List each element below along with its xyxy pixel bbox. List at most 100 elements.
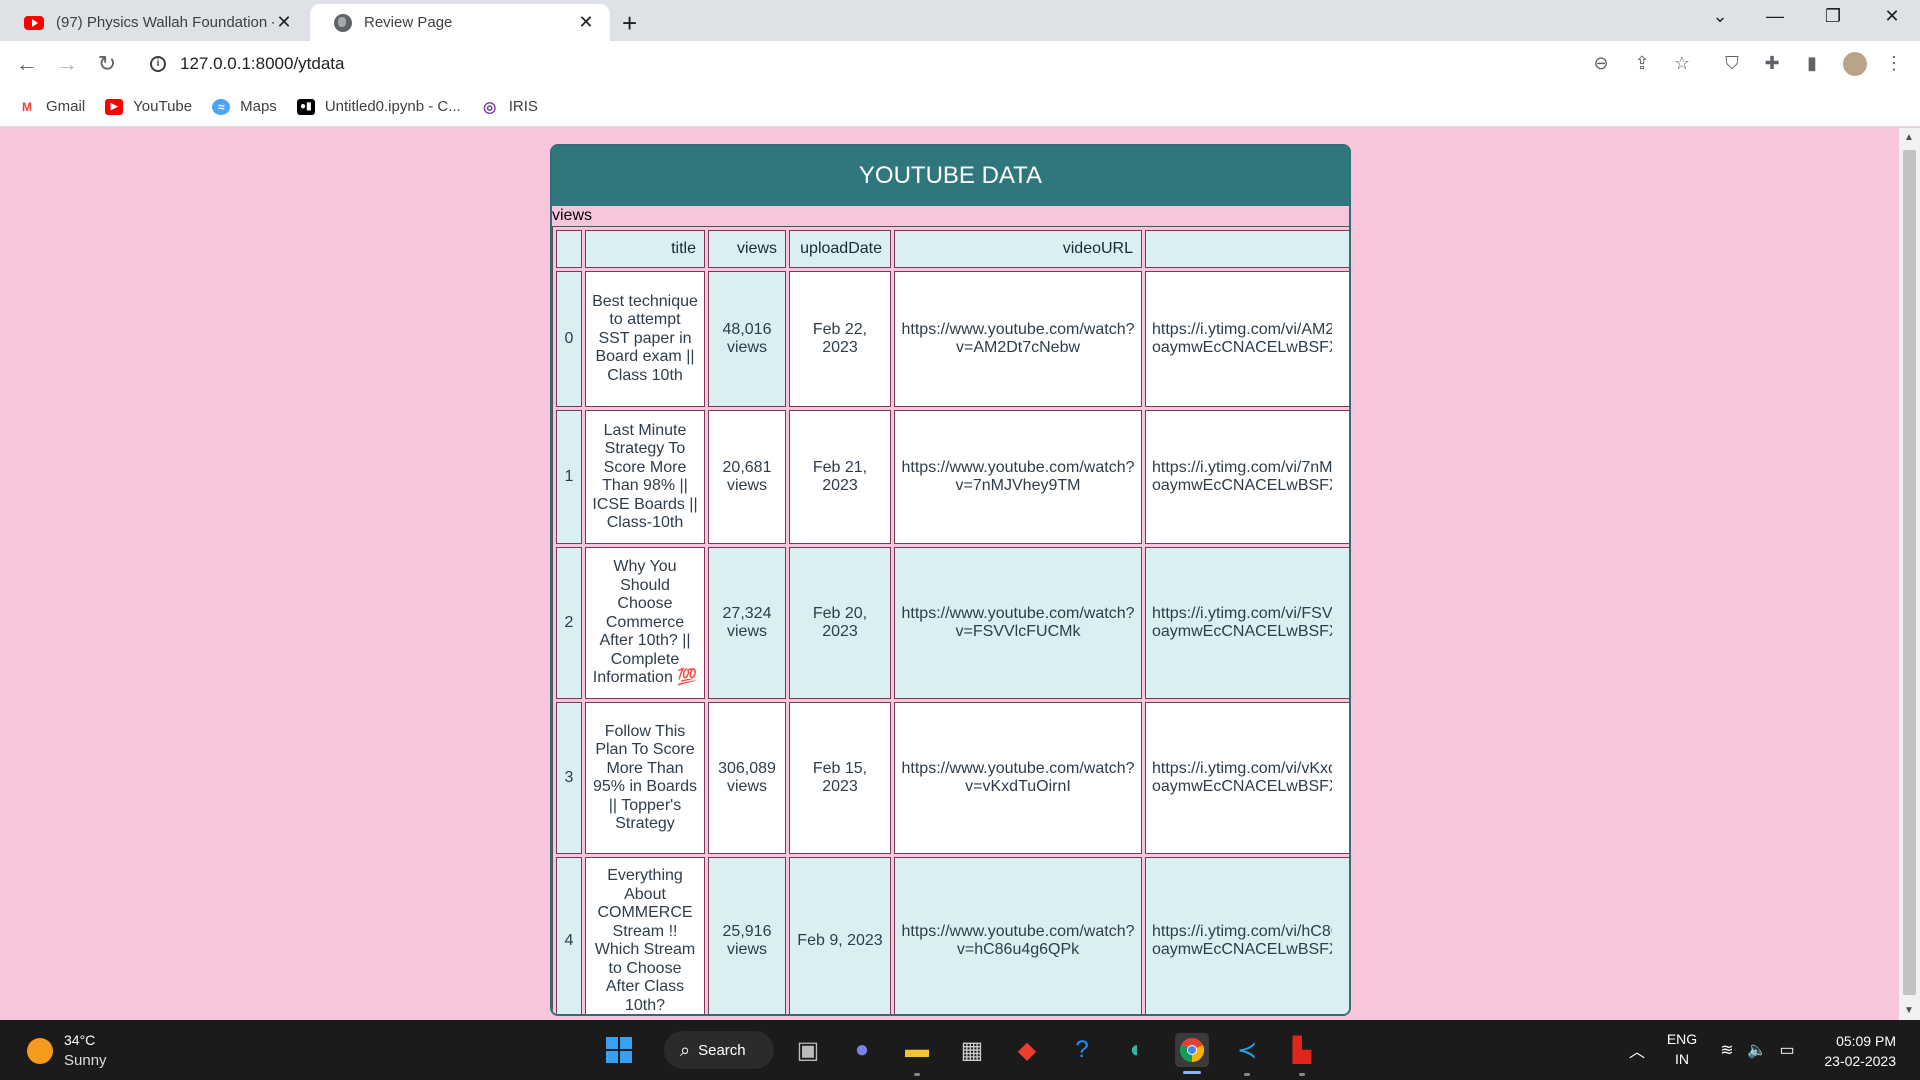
- tab-search-chevron-icon[interactable]: ⌄: [1700, 6, 1740, 27]
- share-icon[interactable]: ⇪: [1631, 53, 1653, 75]
- page-title: YOUTUBE DATA: [552, 146, 1349, 206]
- views-cell: 20,681 views: [708, 410, 786, 544]
- minimize-button[interactable]: —: [1755, 6, 1795, 27]
- clock-date: 23-02-2023: [1824, 1053, 1896, 1069]
- colab-icon: ●▮: [296, 98, 315, 115]
- wifi-icon[interactable]: ≋: [1710, 1033, 1744, 1067]
- help-icon[interactable]: ?: [1065, 1033, 1099, 1067]
- table-row: 2 Why You Should Choose Commerce After 1…: [556, 547, 1349, 699]
- column-header-index: [556, 230, 582, 268]
- chrome-browser-icon[interactable]: [1175, 1033, 1209, 1067]
- active-app-indicator: [1183, 1071, 1201, 1074]
- views-cell: 25,916 views: [708, 857, 786, 1014]
- table-row: 1 Last Minute Strategy To Score More Tha…: [556, 410, 1349, 544]
- column-header-uploaddate: uploadDate: [789, 230, 891, 268]
- weather-sun-icon[interactable]: [27, 1038, 53, 1064]
- upload-date-cell: Feb 20, 2023: [789, 547, 891, 699]
- language-indicator-top[interactable]: ENG: [1664, 1031, 1700, 1047]
- bookmark-iris[interactable]: ◎ IRIS: [481, 98, 538, 116]
- bookmark-star-icon[interactable]: ☆: [1671, 53, 1693, 75]
- file-explorer-icon[interactable]: ▬: [900, 1033, 934, 1067]
- scroll-down-icon[interactable]: ▼: [1904, 1005, 1914, 1016]
- new-tab-button[interactable]: +: [622, 8, 637, 39]
- bookmark-gmail[interactable]: M Gmail: [18, 98, 85, 115]
- title-cell: Best technique to attempt SST paper in B…: [585, 271, 705, 407]
- bookmarks-bar: M Gmail ▶ YouTube ≈ Maps ●▮ Untitled0.ip…: [0, 87, 1920, 127]
- taskbar-search-button[interactable]: ⌕ Search: [664, 1031, 774, 1069]
- column-header-thumbnail: [1145, 230, 1349, 268]
- thumbnail-url-line: oaymwEcCNACELwBSFXy: [1152, 778, 1332, 795]
- bookmark-maps[interactable]: ≈ Maps: [212, 98, 277, 115]
- reload-button[interactable]: ↻: [92, 51, 122, 77]
- shield-extension-icon[interactable]: ⛉: [1721, 53, 1743, 75]
- tab-title: (97) Physics Wallah Foundation -: [56, 14, 274, 31]
- edge-browser-icon[interactable]: ◐: [1120, 1033, 1154, 1067]
- thumbnail-url-line: oaymwEcCNACELwBSFXy: [1152, 623, 1332, 640]
- teams-chat-icon[interactable]: ●: [845, 1033, 879, 1067]
- table-header-row: title views uploadDate videoURL: [556, 230, 1349, 268]
- thumbnail-url-line: https://i.ytimg.com/vi/7nMJVhey9TM: [1152, 458, 1332, 476]
- weather-description[interactable]: Sunny: [64, 1052, 107, 1069]
- thumbnail-url-cell: https://i.ytimg.com/vi/FSVVlcFUCMkoaymwE…: [1145, 547, 1349, 699]
- address-bar[interactable]: i 127.0.0.1:8000/ytdata: [138, 47, 1588, 81]
- language-indicator-bottom[interactable]: IN: [1664, 1051, 1700, 1067]
- clock-time: 05:09 PM: [1836, 1033, 1896, 1049]
- bookmark-label: Gmail: [46, 98, 86, 115]
- thumbnail-url-line: https://i.ytimg.com/vi/AM2Dt7cNebw: [1152, 320, 1332, 338]
- video-url-cell: https://www.youtube.com/watch?v=AM2Dt7cN…: [894, 271, 1142, 407]
- extensions-puzzle-icon[interactable]: ✚: [1761, 53, 1783, 75]
- thumbnail-url-line: https://i.ytimg.com/vi/vKxdTuOirnI: [1152, 759, 1332, 777]
- column-header-videourl: videoURL: [894, 230, 1142, 268]
- volume-icon[interactable]: 🔈: [1740, 1033, 1774, 1067]
- windows-start-icon[interactable]: [602, 1033, 636, 1067]
- table-row: 0 Best technique to attempt SST paper in…: [556, 271, 1349, 407]
- battery-icon[interactable]: ▭: [1770, 1033, 1804, 1067]
- data-table: title views uploadDate videoURL 0 Best t…: [552, 226, 1349, 1014]
- upload-date-cell: Feb 21, 2023: [789, 410, 891, 544]
- zoom-icon[interactable]: ⊖: [1590, 53, 1612, 75]
- menu-kebab-icon[interactable]: ⋮: [1883, 53, 1905, 75]
- close-icon[interactable]: ✕: [274, 12, 294, 33]
- microsoft-store-icon[interactable]: ▦: [955, 1033, 989, 1067]
- gmail-icon: M: [22, 99, 32, 114]
- system-clock[interactable]: 05:09 PM 23-02-2023: [1824, 1031, 1896, 1071]
- running-indicator: [914, 1073, 920, 1076]
- video-url-cell: https://www.youtube.com/watch?v=vKxdTuOi…: [894, 702, 1142, 854]
- restore-button[interactable]: ❐: [1813, 6, 1853, 27]
- close-window-button[interactable]: ✕: [1872, 6, 1912, 27]
- page-scrollbar[interactable]: ▲ ▼: [1899, 128, 1920, 1020]
- video-url-cell: https://www.youtube.com/watch?v=FSVVlcFU…: [894, 547, 1142, 699]
- row-index: 3: [556, 702, 582, 854]
- upload-date-cell: Feb 15, 2023: [789, 702, 891, 854]
- upload-date-cell: Feb 22, 2023: [789, 271, 891, 407]
- pdf-reader-icon[interactable]: ▙: [1285, 1033, 1319, 1067]
- side-panel-icon[interactable]: ▮: [1801, 53, 1823, 75]
- row-index: 4: [556, 857, 582, 1014]
- scroll-up-icon[interactable]: ▲: [1904, 132, 1914, 143]
- info-icon[interactable]: i: [150, 56, 166, 72]
- app-red-diamond-icon[interactable]: ◆: [1010, 1033, 1044, 1067]
- forward-button[interactable]: →: [52, 51, 82, 77]
- views-cell: 27,324 views: [708, 547, 786, 699]
- show-hidden-icons-chevron-icon[interactable]: ︿: [1620, 1033, 1654, 1067]
- profile-avatar[interactable]: [1843, 52, 1867, 76]
- url-text[interactable]: 127.0.0.1:8000/ytdata: [180, 54, 344, 74]
- bookmark-label: Untitled0.ipynb - C...: [324, 98, 461, 115]
- bookmark-label: Maps: [240, 98, 277, 115]
- tab-review-page[interactable]: Review Page ✕: [310, 4, 610, 41]
- youtube-icon: ▶: [105, 98, 124, 115]
- weather-temperature[interactable]: 34°C: [64, 1032, 95, 1048]
- table-row: 3 Follow This Plan To Score More Than 95…: [556, 702, 1349, 854]
- thumbnail-url-cell: https://i.ytimg.com/vi/hC86u4g6QPkoaymwE…: [1145, 857, 1349, 1014]
- row-index: 0: [556, 271, 582, 407]
- bookmark-colab[interactable]: ●▮ Untitled0.ipynb - C...: [296, 98, 461, 115]
- scroll-thumb[interactable]: [1903, 150, 1916, 995]
- close-icon[interactable]: ✕: [576, 12, 596, 33]
- tab-physics-wallah[interactable]: (97) Physics Wallah Foundation - ✕: [0, 4, 308, 41]
- vscode-icon[interactable]: ≺: [1230, 1033, 1264, 1067]
- back-button[interactable]: ←: [12, 51, 42, 77]
- bookmark-label: IRIS: [508, 98, 538, 115]
- browser-toolbar: ← → ↻ i 127.0.0.1:8000/ytdata ⊖ ⇪ ☆ ⛉ ✚ …: [0, 41, 1920, 87]
- bookmark-youtube[interactable]: ▶ YouTube: [105, 98, 192, 115]
- task-view-icon[interactable]: ▣: [791, 1033, 825, 1067]
